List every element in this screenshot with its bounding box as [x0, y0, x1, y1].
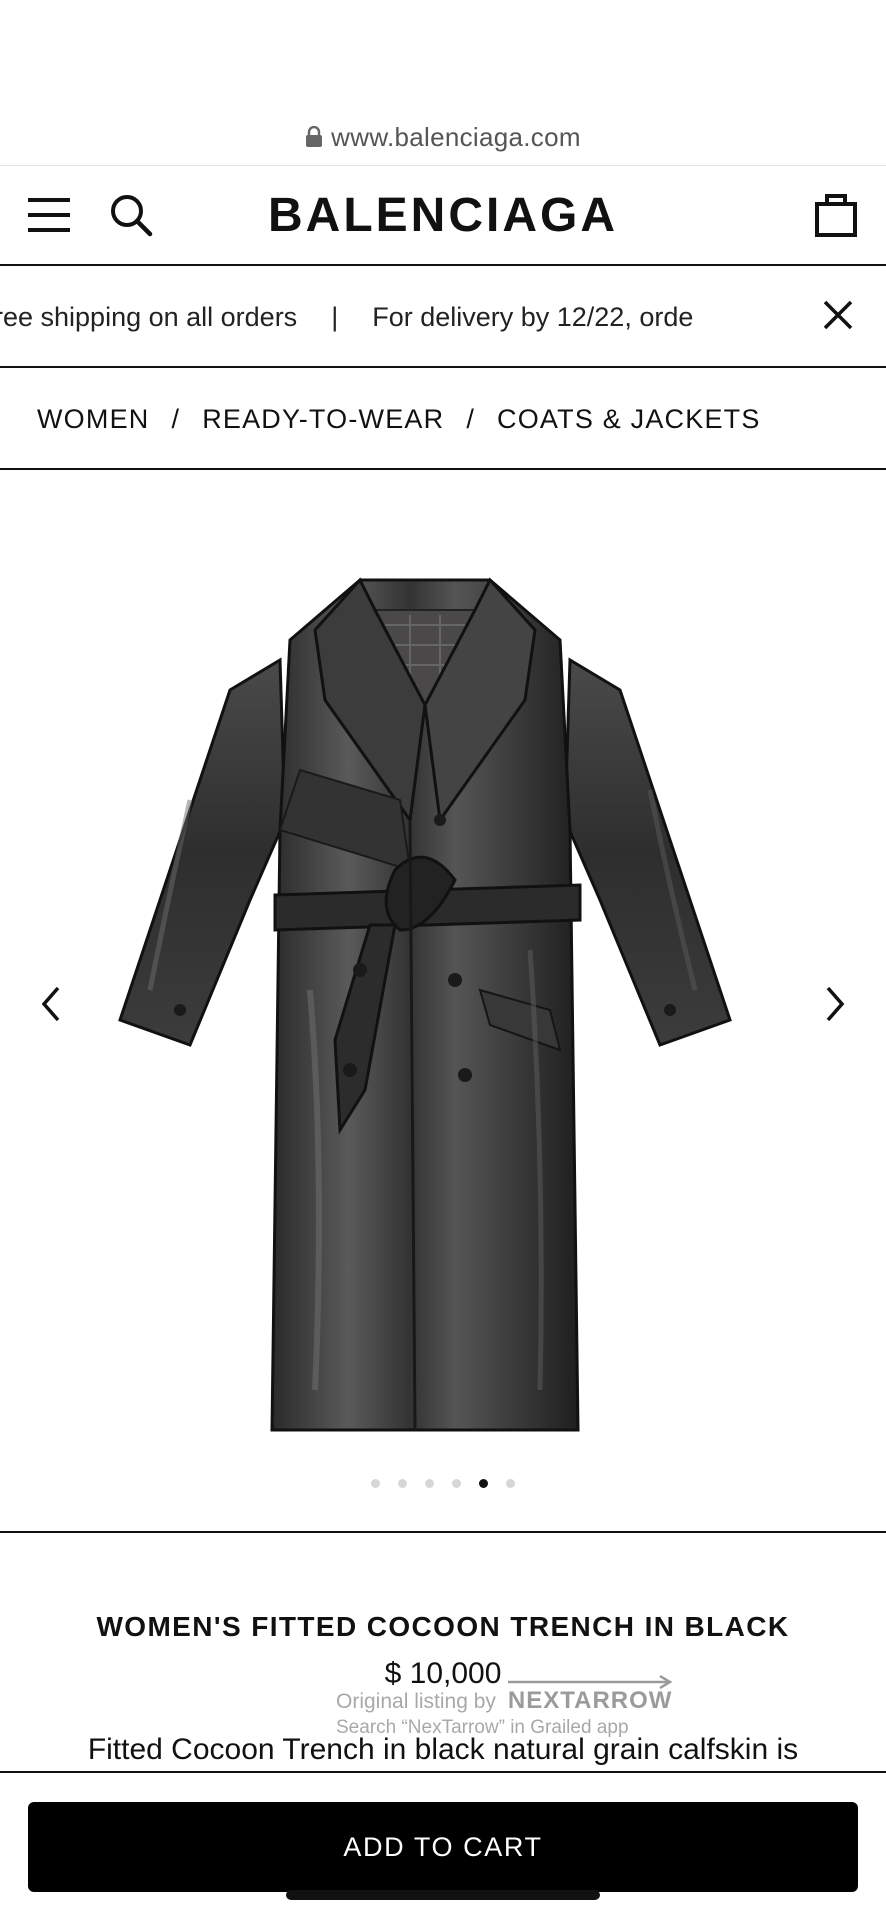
breadcrumb-item-women[interactable]: WOMEN	[37, 404, 149, 434]
breadcrumb-item-coats-jackets[interactable]: COATS & JACKETS	[497, 404, 761, 434]
breadcrumb-item-ready-to-wear[interactable]: READY-TO-WEAR	[202, 404, 444, 434]
watermark-brand-text: NEXTARROW	[507, 1687, 673, 1714]
product-price: $ 10,000	[384, 1657, 502, 1690]
carousel-dot[interactable]	[479, 1479, 488, 1488]
home-indicator	[286, 1890, 600, 1900]
carousel-dot[interactable]	[506, 1479, 515, 1488]
add-to-cart-button[interactable]: ADD TO CART	[28, 1802, 858, 1892]
product-gallery	[0, 470, 886, 1533]
lock-icon	[305, 124, 323, 155]
watermark-caption: Original listing by	[336, 1690, 496, 1713]
hamburger-menu-icon[interactable]	[28, 198, 70, 232]
chevron-right-icon[interactable]	[820, 982, 850, 1026]
carousel-dot[interactable]	[425, 1479, 434, 1488]
product-name: WOMEN'S FITTED COCOON TRENCH IN BLACK	[96, 1611, 790, 1642]
carousel-dots	[0, 1479, 886, 1488]
shopping-bag-icon[interactable]	[814, 192, 858, 238]
promo-banner: ree shipping on all orders | For delivery …	[0, 266, 886, 368]
promo-delivery-text: For delivery by 12/22, orde	[372, 302, 694, 332]
search-icon[interactable]	[108, 192, 154, 238]
carousel-dot[interactable]	[452, 1479, 461, 1488]
breadcrumb-separator: /	[466, 404, 476, 434]
product-description: Fitted Cocoon Trench in black natural gr…	[87, 1733, 799, 1766]
close-icon[interactable]	[822, 299, 854, 331]
url-display[interactable]: www.balenciaga.com	[0, 122, 886, 155]
chevron-left-icon[interactable]	[36, 982, 66, 1026]
promo-separator: |	[331, 302, 339, 332]
carousel-dot[interactable]	[398, 1479, 407, 1488]
watermark-brand: NEXTARROW	[507, 1675, 673, 1715]
url-text: www.balenciaga.com	[331, 122, 581, 152]
promo-marquee: ree shipping on all orders | For delivery …	[0, 302, 746, 333]
breadcrumb: WOMEN / READY-TO-WEAR / COATS & JACKETS	[0, 368, 886, 470]
carousel-dot[interactable]	[371, 1479, 380, 1488]
promo-fade	[690, 286, 750, 346]
product-image[interactable]	[110, 570, 740, 1440]
browser-url-bar: www.balenciaga.com	[0, 0, 886, 166]
site-header: BALENCIAGA	[0, 166, 886, 266]
breadcrumb-separator: /	[171, 404, 181, 434]
product-info: WOMEN'S FITTED COCOON TRENCH IN BLACK $ …	[0, 1533, 886, 1773]
promo-shipping-text: ree shipping on all orders	[0, 302, 298, 332]
